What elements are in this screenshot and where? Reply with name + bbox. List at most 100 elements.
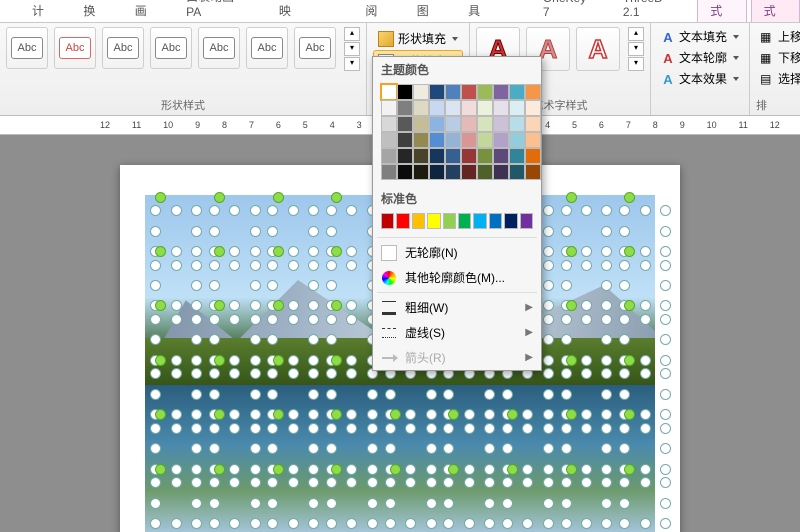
resize-handle[interactable] — [660, 464, 671, 475]
theme-swatch[interactable] — [493, 148, 509, 164]
theme-swatch[interactable] — [461, 100, 477, 116]
shape-style-1[interactable]: Abc — [6, 27, 48, 69]
theme-swatch[interactable] — [509, 148, 525, 164]
theme-swatch[interactable] — [381, 100, 397, 116]
text-outline-button[interactable]: A文本轮廓 — [657, 48, 743, 67]
theme-swatch[interactable] — [445, 100, 461, 116]
theme-swatch[interactable] — [429, 100, 445, 116]
theme-swatch[interactable] — [429, 148, 445, 164]
theme-swatch[interactable] — [493, 164, 509, 180]
gallery-more-icon[interactable]: ▾ — [344, 57, 360, 71]
theme-swatch[interactable] — [413, 100, 429, 116]
resize-handle[interactable] — [660, 355, 671, 366]
theme-swatch[interactable] — [445, 132, 461, 148]
standard-swatch[interactable] — [381, 213, 394, 229]
standard-swatch[interactable] — [489, 213, 502, 229]
theme-swatch[interactable] — [493, 100, 509, 116]
send-backward-button[interactable]: ▦下移一层 — [756, 48, 800, 67]
shape-style-4[interactable]: Abc — [150, 27, 192, 69]
theme-swatch[interactable] — [525, 100, 541, 116]
theme-swatch[interactable] — [493, 116, 509, 132]
theme-swatch[interactable] — [477, 132, 493, 148]
resize-handle[interactable] — [660, 498, 671, 509]
standard-swatch[interactable] — [473, 213, 486, 229]
shape-style-5[interactable]: Abc — [198, 27, 240, 69]
shape-style-7[interactable]: Abc — [294, 27, 336, 69]
dashes-item[interactable]: 虚线(S) ▶ — [373, 320, 541, 345]
theme-swatch[interactable] — [445, 148, 461, 164]
gallery-down-icon[interactable]: ▾ — [344, 42, 360, 56]
theme-swatch[interactable] — [461, 116, 477, 132]
theme-swatch[interactable] — [525, 116, 541, 132]
shape-style-6[interactable]: Abc — [246, 27, 288, 69]
theme-swatch[interactable] — [429, 116, 445, 132]
resize-handle[interactable] — [660, 409, 671, 420]
tab-transitions[interactable]: 切换 — [71, 0, 118, 22]
theme-swatch[interactable] — [525, 132, 541, 148]
theme-swatch[interactable] — [381, 132, 397, 148]
standard-swatch[interactable] — [412, 213, 425, 229]
theme-swatch[interactable] — [397, 116, 413, 132]
theme-swatch[interactable] — [493, 132, 509, 148]
bring-forward-button[interactable]: ▦上移一层 — [756, 27, 800, 46]
theme-swatch[interactable] — [477, 100, 493, 116]
tab-developer[interactable]: 开发工具 — [456, 0, 527, 22]
standard-swatch[interactable] — [443, 213, 456, 229]
tab-pocket[interactable]: 口袋动画 PA — [174, 0, 263, 22]
more-colors-item[interactable]: 其他轮廓颜色(M)... — [373, 265, 541, 290]
theme-swatch[interactable] — [477, 116, 493, 132]
theme-swatch[interactable] — [413, 84, 429, 100]
theme-swatch[interactable] — [461, 164, 477, 180]
theme-swatch[interactable] — [525, 164, 541, 180]
theme-swatch[interactable] — [381, 116, 397, 132]
text-fill-button[interactable]: A文本填充 — [657, 27, 743, 46]
resize-handle[interactable] — [660, 334, 671, 345]
shape-style-gallery[interactable]: Abc Abc Abc Abc Abc Abc Abc ▴ ▾ ▾ — [6, 27, 360, 71]
wordart-3[interactable]: A — [576, 27, 620, 71]
theme-swatch[interactable] — [381, 148, 397, 164]
text-effects-button[interactable]: A文本效果 — [657, 69, 743, 88]
theme-swatch[interactable] — [397, 132, 413, 148]
theme-swatch[interactable] — [461, 132, 477, 148]
tab-threed[interactable]: ThreeD 2.1 — [611, 0, 693, 22]
theme-swatch[interactable] — [477, 148, 493, 164]
standard-swatch[interactable] — [396, 213, 409, 229]
theme-swatch[interactable] — [397, 84, 413, 100]
theme-swatch[interactable] — [429, 132, 445, 148]
theme-swatch[interactable] — [397, 100, 413, 116]
theme-swatch[interactable] — [445, 84, 461, 100]
shape-style-3[interactable]: Abc — [102, 27, 144, 69]
resize-handle[interactable] — [660, 423, 671, 434]
tab-onekey[interactable]: OneKey 7 — [531, 0, 607, 22]
theme-swatch[interactable] — [397, 164, 413, 180]
resize-handle[interactable] — [660, 226, 671, 237]
standard-swatch[interactable] — [520, 213, 533, 229]
resize-handle[interactable] — [660, 518, 671, 529]
theme-swatch[interactable] — [397, 148, 413, 164]
resize-handle[interactable] — [660, 280, 671, 291]
theme-swatch[interactable] — [477, 164, 493, 180]
theme-swatch[interactable] — [445, 164, 461, 180]
theme-swatch[interactable] — [509, 116, 525, 132]
standard-swatch[interactable] — [458, 213, 471, 229]
theme-swatch[interactable] — [509, 164, 525, 180]
theme-swatch[interactable] — [429, 84, 445, 100]
theme-swatch[interactable] — [525, 84, 541, 100]
tab-review[interactable]: 审阅 — [353, 0, 400, 22]
theme-swatch[interactable] — [413, 132, 429, 148]
theme-swatch[interactable] — [413, 164, 429, 180]
resize-handle[interactable] — [660, 300, 671, 311]
resize-handle[interactable] — [660, 314, 671, 325]
selection-pane-button[interactable]: ▤选择窗格 — [756, 69, 800, 88]
shape-style-2[interactable]: Abc — [54, 27, 96, 69]
tab-slideshow[interactable]: 幻灯片放映 — [267, 0, 349, 22]
tab-view[interactable]: 视图 — [405, 0, 452, 22]
wa-up-icon[interactable]: ▴ — [628, 27, 644, 41]
theme-swatch[interactable] — [381, 164, 397, 180]
theme-swatch[interactable] — [477, 84, 493, 100]
theme-swatch[interactable] — [509, 100, 525, 116]
resize-handle[interactable] — [660, 260, 671, 271]
standard-swatch[interactable] — [427, 213, 440, 229]
theme-swatch[interactable] — [381, 84, 397, 100]
no-outline-item[interactable]: 无轮廓(N) — [373, 240, 541, 265]
